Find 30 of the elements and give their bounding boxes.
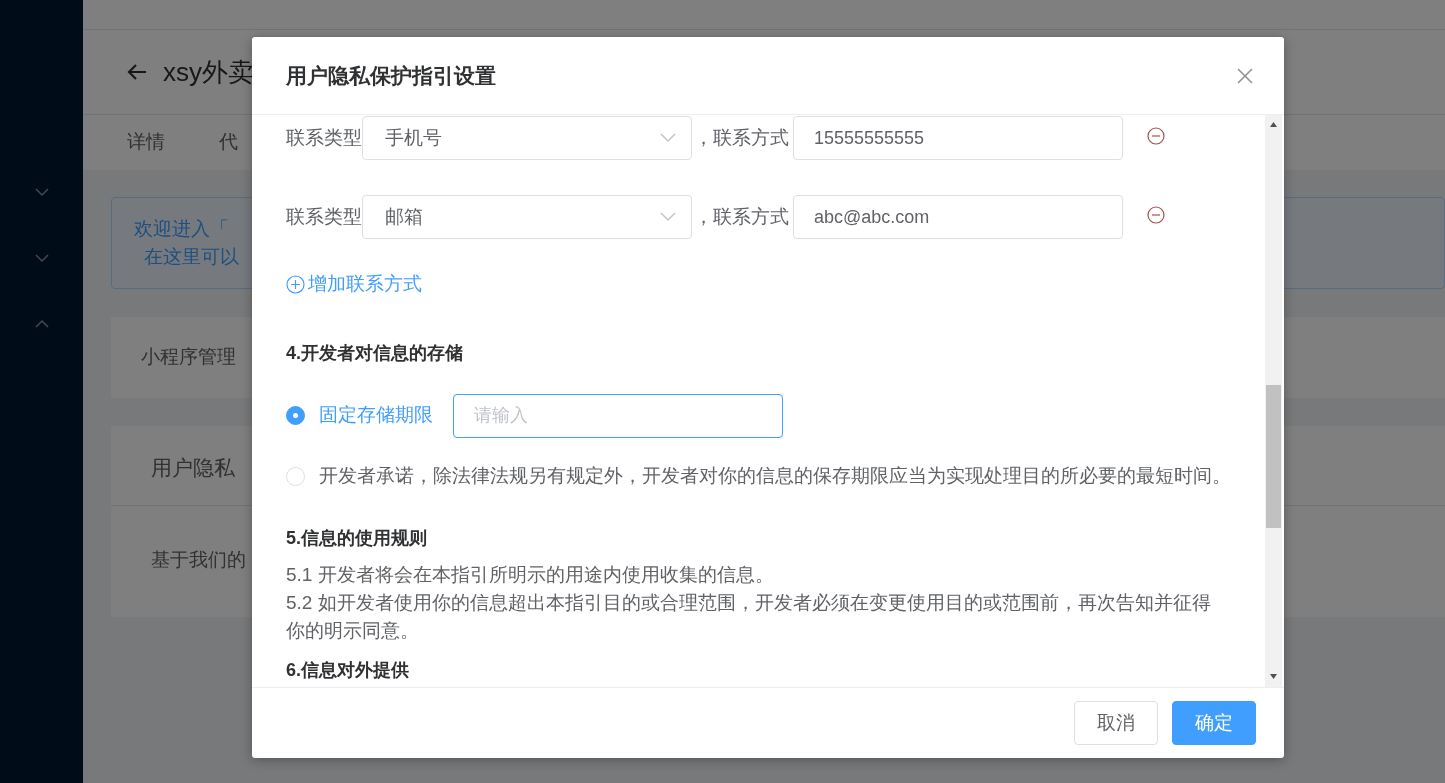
card-text: 基于我们的 <box>151 549 246 570</box>
field-label: ，联系方式 <box>693 125 790 150</box>
page-title: xsy外卖 <box>163 55 254 89</box>
rule-text: 5.2 如开发者使用你的信息超出本指引目的或合理范围，开发者必须在变更使用目的或范围前，再次告知并征得你的明示同意。 <box>286 590 1212 643</box>
section-heading: 4.开发者对信息的存储 <box>286 341 464 364</box>
storage-period-input[interactable]: 请输入 <box>453 393 783 438</box>
field-label: 联系类型 <box>286 125 362 150</box>
notice-text: 欢迎进入「 <box>134 218 229 239</box>
minus-circle-icon <box>1147 205 1165 224</box>
minus-circle-icon <box>1147 126 1165 145</box>
field-label: 联系类型 <box>286 204 362 229</box>
page-tab[interactable]: 代 <box>219 128 238 157</box>
plus-circle-icon <box>286 275 305 294</box>
close-icon <box>1236 67 1254 86</box>
radio-label[interactable]: 开发者承诺，除法律法规另有规定外，开发者对你的信息的保存期限应当为实现处理目的所必要的最短时间。 <box>319 462 1231 491</box>
card-text: 小程序管理 <box>141 346 236 367</box>
dialog-title: 用户隐私保护指引设置 <box>286 62 496 89</box>
rule-text: 5.1 开发者将会在本指引所明示的用途内使用收集的信息。 <box>286 562 775 587</box>
card-title: 用户隐私 <box>151 456 235 479</box>
section-heading: 5.信息的使用规则 <box>286 526 428 549</box>
contact-input[interactable]: 15555555555 <box>793 116 1123 160</box>
type-select[interactable]: 邮箱 <box>362 195 692 239</box>
page-tab[interactable]: 详情 <box>127 128 165 157</box>
notice-text: 在这里可以 <box>144 246 239 267</box>
field-label: ，联系方式 <box>693 204 790 229</box>
cancel-button[interactable]: 取消 <box>1074 701 1158 745</box>
section-heading: 6.信息对外提供 <box>286 658 410 682</box>
contact-input[interactable]: abc@abc.com <box>793 195 1123 239</box>
radio-button[interactable] <box>286 406 305 425</box>
type-select[interactable]: 手机号 <box>362 116 692 160</box>
